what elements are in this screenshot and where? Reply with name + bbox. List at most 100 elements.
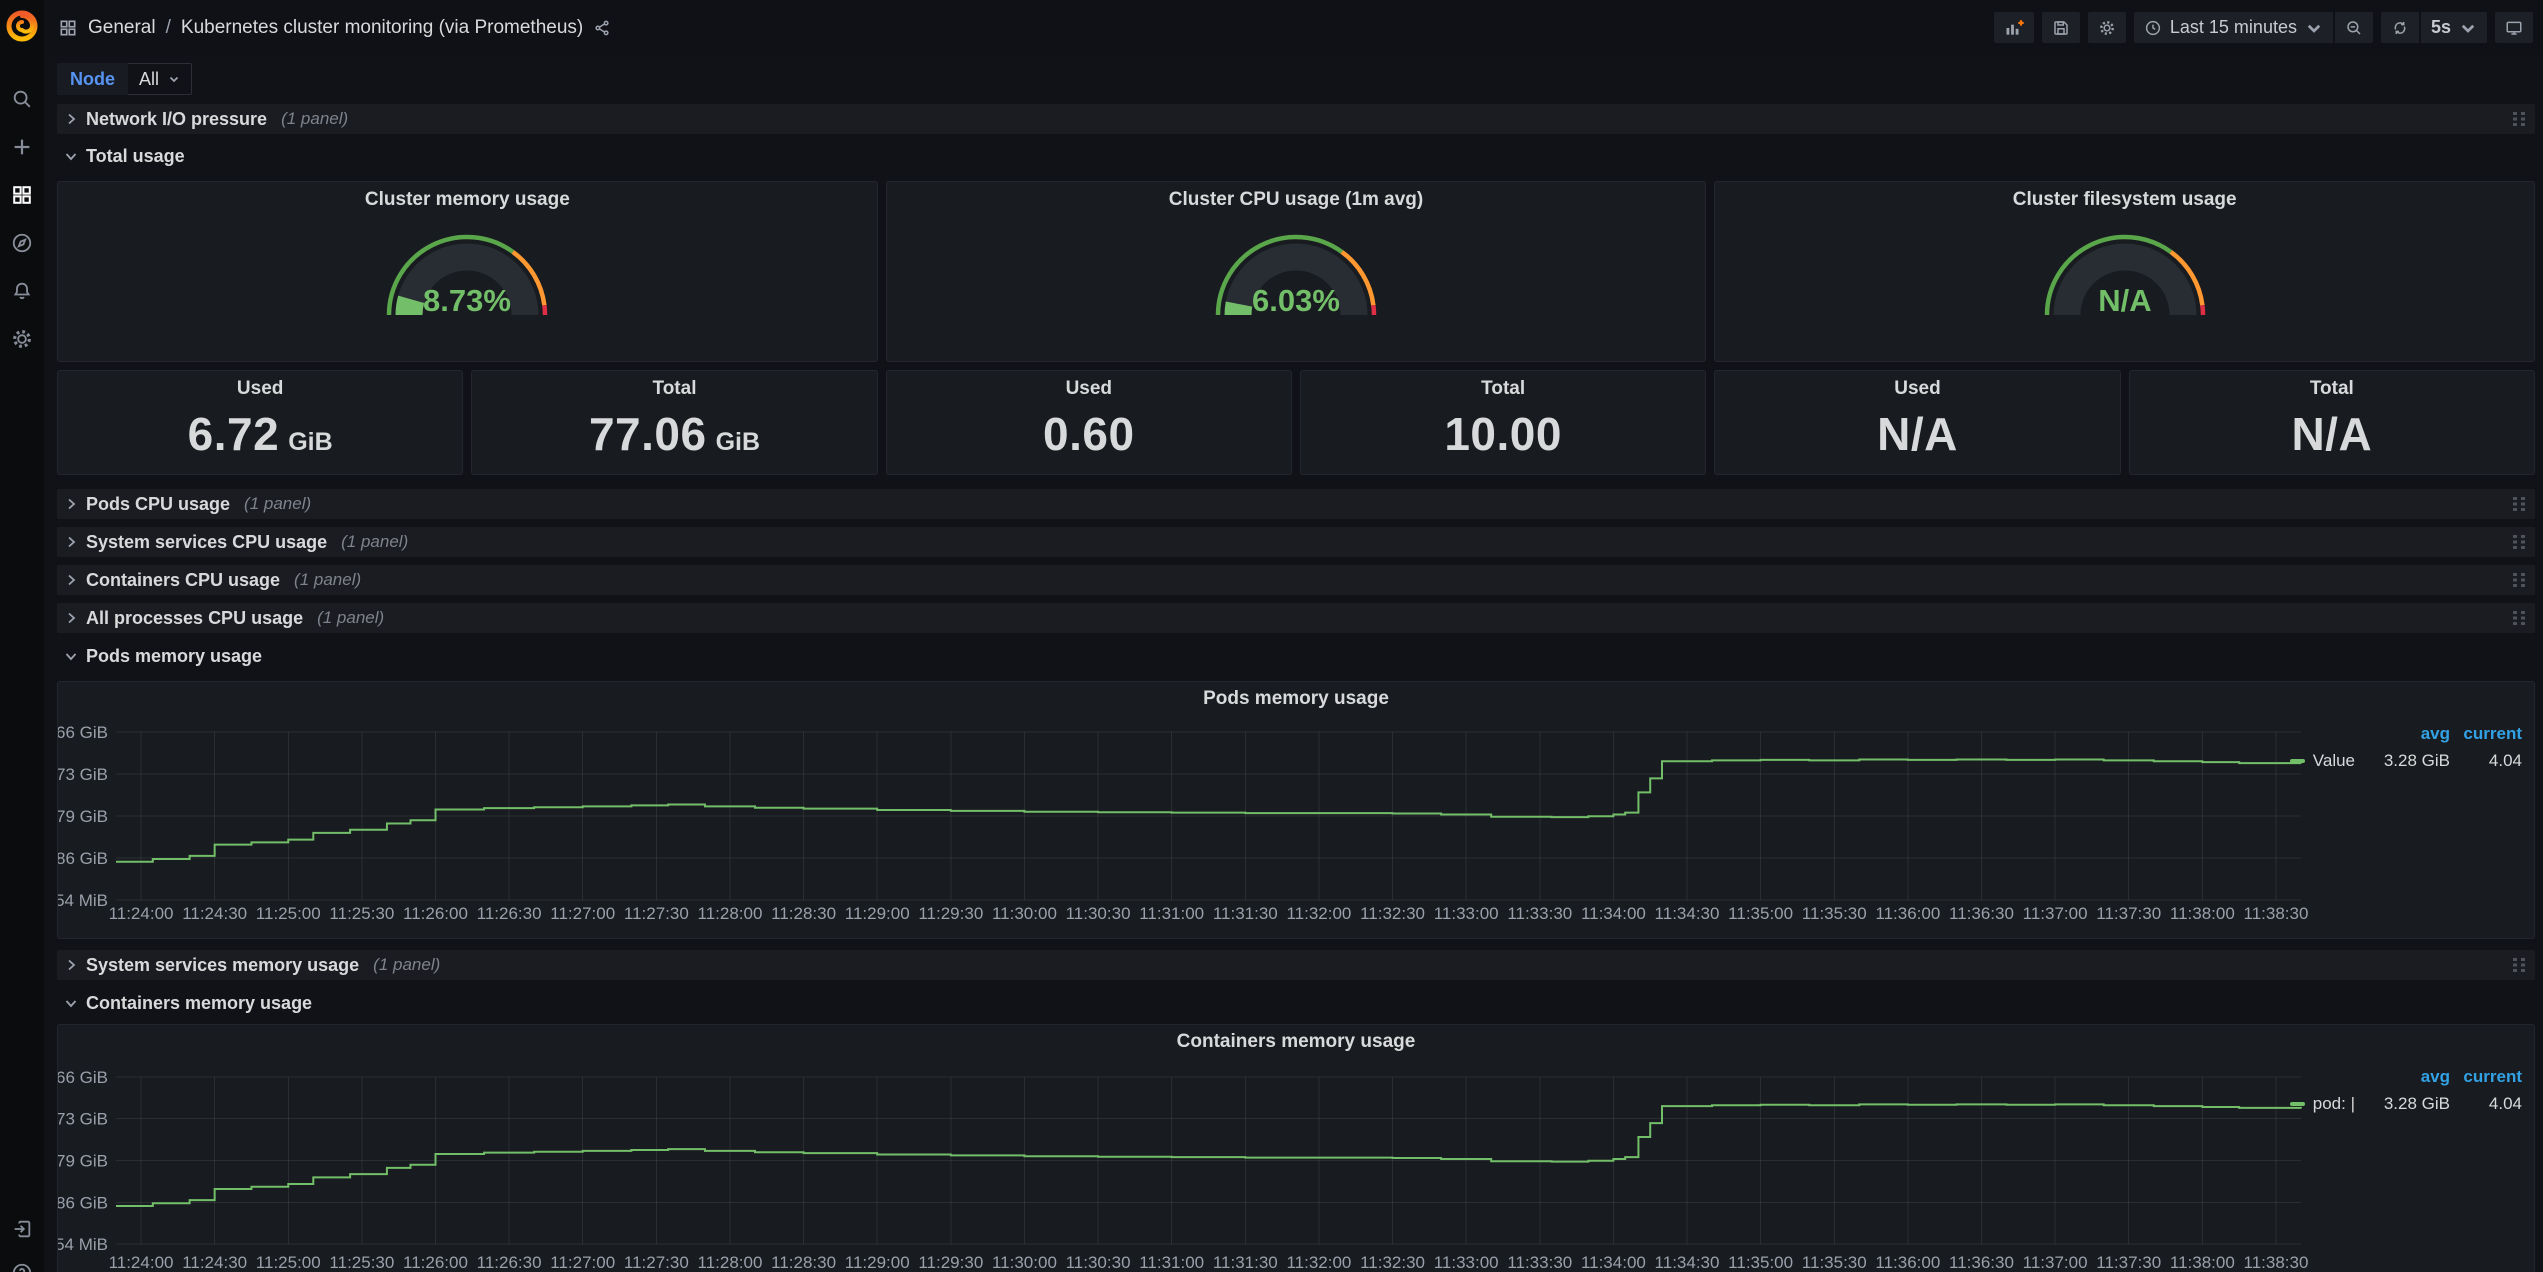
legend-avg-value: 3.28 GiB [2355, 751, 2450, 771]
row-title: Total usage [86, 146, 185, 167]
svg-text:11:26:30: 11:26:30 [477, 904, 542, 923]
panel-cluster-cpu-usage: Cluster CPU usage (1m avg) 6.03% [886, 181, 1707, 362]
svg-text:11:30:00: 11:30:00 [992, 1253, 1057, 1272]
row-system-services-memory-usage[interactable]: System services memory usage (1 panel) [57, 950, 2535, 980]
stat-value: 10.00 [1444, 407, 1562, 461]
panel-title[interactable]: Total [653, 378, 697, 400]
legend-header-avg[interactable]: avg [2355, 724, 2450, 744]
panel-title[interactable]: Containers memory usage [58, 1031, 2534, 1053]
row-drag-handle[interactable] [2511, 609, 2527, 627]
svg-text:3.73 GiB: 3.73 GiB [58, 765, 108, 784]
row-drag-handle[interactable] [2511, 110, 2527, 128]
explore-compass-icon[interactable] [11, 232, 33, 254]
legend-header-current[interactable]: current [2450, 724, 2522, 744]
row-all-processes-cpu-usage[interactable]: All processes CPU usage (1 panel) [57, 603, 2535, 633]
dashboard-title[interactable]: Kubernetes cluster monitoring (via Prome… [181, 17, 583, 39]
panel-title[interactable]: Total [1481, 378, 1525, 400]
breadcrumb-folder[interactable]: General [88, 17, 156, 39]
row-title: Containers memory usage [86, 993, 312, 1014]
refresh-interval-picker[interactable]: 5s [2421, 12, 2487, 43]
svg-text:11:32:00: 11:32:00 [1286, 1253, 1351, 1272]
panel-filesystem-total: Total N/A [2129, 370, 2535, 475]
grafana-logo[interactable] [4, 8, 40, 44]
svg-text:11:37:30: 11:37:30 [2096, 1253, 2161, 1272]
row-containers-memory-usage[interactable]: Containers memory usage [57, 988, 2535, 1018]
row-total-usage[interactable]: Total usage [57, 141, 2535, 171]
row-containers-cpu-usage[interactable]: Containers CPU usage (1 panel) [57, 565, 2535, 595]
chevron-right-icon [64, 112, 78, 126]
share-alt-icon[interactable] [593, 19, 611, 37]
containers-memory-chart-plot[interactable]: 954 MiB1.86 GiB2.79 GiB3.73 GiB4.66 GiB1… [58, 1025, 2534, 1272]
dashboard-settings-button[interactable] [2088, 12, 2126, 43]
panel-title[interactable]: Total [2310, 378, 2354, 400]
row-pods-cpu-usage[interactable]: Pods CPU usage (1 panel) [57, 489, 2535, 519]
svg-text:11:34:30: 11:34:30 [1655, 1253, 1720, 1272]
pods-memory-chart-plot[interactable]: 954 MiB1.86 GiB2.79 GiB3.73 GiB4.66 GiB1… [58, 682, 2534, 938]
row-drag-handle[interactable] [2511, 495, 2527, 513]
svg-text:11:33:00: 11:33:00 [1434, 904, 1499, 923]
svg-text:11:38:30: 11:38:30 [2244, 904, 2309, 923]
chevron-down-icon [168, 73, 180, 85]
svg-text:1.86 GiB: 1.86 GiB [58, 849, 108, 868]
time-range-picker[interactable]: Last 15 minutes [2134, 12, 2333, 43]
row-panel-count: (1 panel) [294, 570, 361, 590]
configuration-gear-icon[interactable] [11, 328, 33, 350]
panel-title[interactable]: Cluster CPU usage (1m avg) [1169, 189, 1423, 211]
panel-cluster-memory-usage: Cluster memory usage 8.73% [57, 181, 878, 362]
alerting-bell-icon[interactable] [11, 280, 33, 302]
svg-text:11:35:00: 11:35:00 [1728, 904, 1793, 923]
legend-series-color [2290, 759, 2305, 763]
sign-in-icon[interactable] [11, 1218, 33, 1240]
row-network-io-pressure[interactable]: Network I/O pressure (1 panel) [57, 104, 2535, 134]
legend-series[interactable]: Value [2290, 751, 2355, 771]
row-pods-memory-usage[interactable]: Pods memory usage [57, 641, 2535, 671]
stat-value: 0.60 [1043, 407, 1135, 461]
panel-title[interactable]: Used [1894, 378, 1940, 400]
refresh-button[interactable] [2381, 12, 2419, 43]
svg-text:11:31:00: 11:31:00 [1139, 904, 1204, 923]
panel-filesystem-used: Used N/A [1714, 370, 2120, 475]
svg-text:11:25:30: 11:25:30 [329, 1253, 394, 1272]
variable-value-dropdown[interactable]: All [128, 63, 192, 95]
svg-text:11:35:00: 11:35:00 [1728, 1253, 1793, 1272]
row-drag-handle[interactable] [2511, 571, 2527, 589]
stat-value: 77.06 [589, 407, 707, 461]
plus-icon[interactable] [11, 136, 33, 158]
row-panel-count: (1 panel) [317, 608, 384, 628]
gauge-cluster-filesystem: N/A [2030, 216, 2220, 322]
legend-header-current[interactable]: current [2450, 1067, 2522, 1087]
search-icon[interactable] [11, 88, 33, 110]
stat-unit: GiB [288, 428, 332, 457]
panel-cpu-total: Total 10.00 [1300, 370, 1706, 475]
row-system-services-cpu-usage[interactable]: System services CPU usage (1 panel) [57, 527, 2535, 557]
svg-text:3.73 GiB: 3.73 GiB [58, 1110, 108, 1129]
panel-containers-memory-usage: Containers memory usage 954 MiB1.86 GiB2… [57, 1024, 2535, 1272]
svg-text:11:37:30: 11:37:30 [2096, 904, 2161, 923]
chevron-right-icon [64, 573, 78, 587]
legend-avg-value: 3.28 GiB [2355, 1094, 2450, 1114]
svg-text:11:31:00: 11:31:00 [1139, 1253, 1204, 1272]
help-icon[interactable] [11, 1262, 33, 1272]
save-dashboard-button[interactable] [2042, 12, 2080, 43]
refresh-controls: 5s [2381, 12, 2487, 43]
legend-header-avg[interactable]: avg [2355, 1067, 2450, 1087]
panel-title[interactable]: Used [1066, 378, 1112, 400]
svg-text:11:30:30: 11:30:30 [1066, 904, 1131, 923]
zoom-out-time-button[interactable] [2335, 12, 2373, 43]
panel-title[interactable]: Cluster memory usage [365, 189, 570, 211]
navbar-actions: Last 15 minutes 5s [1994, 12, 2533, 43]
panel-add-button[interactable] [1994, 12, 2034, 43]
stat-panels-row: Used 6.72 GiB Total 77.06 GiB Used 0.60 … [57, 370, 2535, 475]
panel-title[interactable]: Used [237, 378, 283, 400]
svg-text:N/A: N/A [2098, 283, 2151, 318]
panel-pods-memory-usage: Pods memory usage 954 MiB1.86 GiB2.79 Gi… [57, 681, 2535, 939]
panel-title[interactable]: Pods memory usage [58, 688, 2534, 710]
dashboards-icon[interactable] [11, 184, 33, 206]
svg-text:8.73%: 8.73% [423, 283, 511, 318]
panel-title[interactable]: Cluster filesystem usage [2013, 189, 2237, 211]
row-drag-handle[interactable] [2511, 533, 2527, 551]
row-drag-handle[interactable] [2511, 956, 2527, 974]
legend-series-name: pod: | [2313, 1094, 2355, 1114]
cycle-view-mode-button[interactable] [2495, 12, 2533, 43]
legend-series[interactable]: pod: | [2290, 1094, 2355, 1114]
